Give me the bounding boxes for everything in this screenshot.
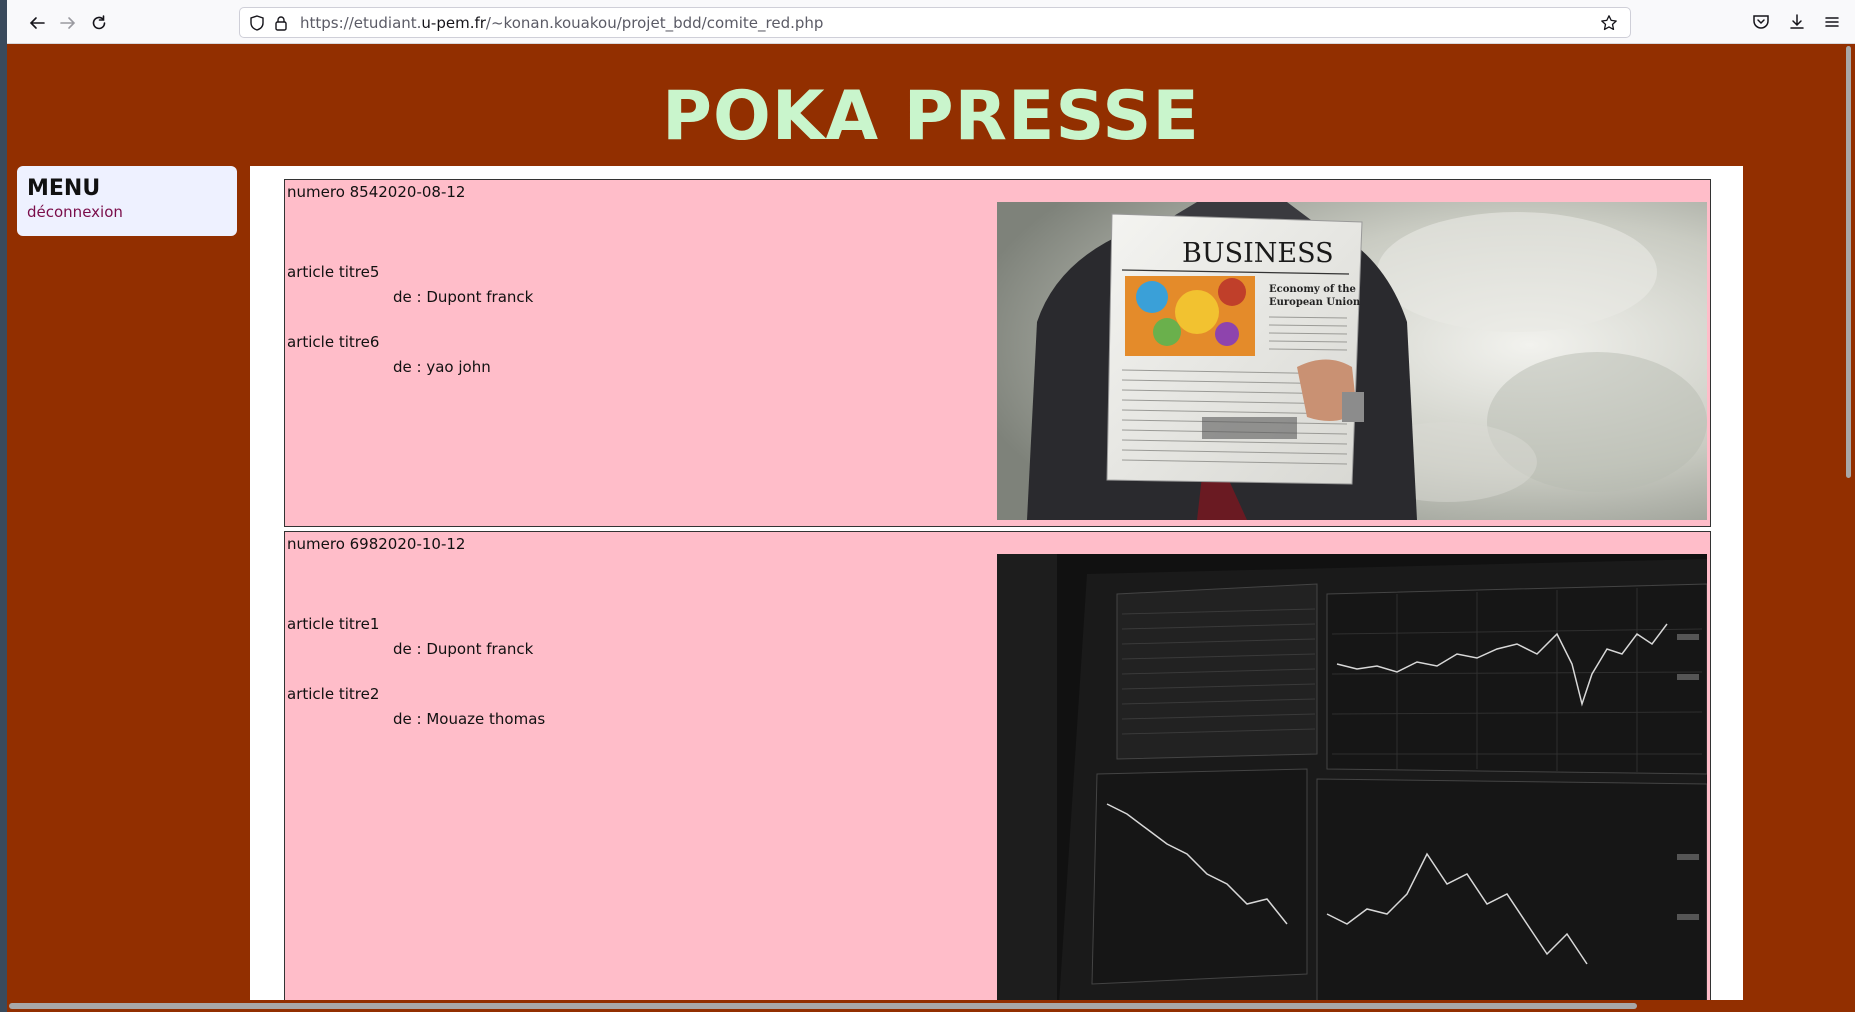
newspaper-subhead-1: Economy of the [1269,284,1356,295]
pocket-icon[interactable] [1751,12,1771,32]
article-author: de : Dupont franck [393,288,534,306]
reload-icon [92,15,106,30]
web-page: POKA PRESSE MENU déconnexion numero 8542… [7,44,1855,1002]
issue-card: numero 6982020-10-12 article titre1 de :… [284,531,1711,1002]
lock-icon[interactable] [272,14,290,32]
stock-chart-photo [997,554,1707,1002]
url-domain: u-pem.fr [421,14,486,32]
address-bar[interactable]: https://etudiant.u-pem.fr/~konan.kouakou… [239,7,1631,38]
issue-card: numero 8542020-08-12 article titre5 de :… [284,179,1711,527]
shield-icon[interactable] [248,14,266,32]
businessman-reading-newspaper-image: BUSINESS Economy of the European Union [997,202,1707,520]
bookmark-star-icon[interactable] [1600,14,1618,32]
back-button[interactable] [23,9,51,37]
arrow-left-icon [29,17,45,29]
arrow-right-icon [60,17,76,29]
horizontal-scroll-thumb[interactable] [9,1003,1637,1009]
article-author: de : yao john [393,358,491,376]
article-author: de : Mouaze thomas [393,710,546,728]
hamburger-menu-icon[interactable] [1822,12,1842,32]
reload-button[interactable] [85,9,113,37]
article-title[interactable]: article titre2 [287,685,379,703]
download-icon[interactable] [1787,12,1807,32]
article-author: de : Dupont franck [393,640,534,658]
menu-box: MENU déconnexion [17,166,237,236]
article-title[interactable]: article titre1 [287,615,379,633]
article-title[interactable]: article titre5 [287,263,379,281]
main-content: numero 8542020-08-12 article titre5 de :… [250,166,1743,1002]
forward-button[interactable] [54,9,82,37]
site-title: POKA PRESSE [662,77,1200,156]
newspaper-photo: BUSINESS Economy of the European Union [997,202,1707,520]
browser-window: https://etudiant.u-pem.fr/~konan.kouakou… [7,0,1855,1012]
horizontal-scrollbar[interactable] [7,1000,1855,1012]
menu-title: MENU [27,176,101,201]
vertical-scroll-thumb[interactable] [1846,46,1851,478]
issue-number: numero 6982020-10-12 [287,535,466,553]
newspaper-subhead-2: European Union [1269,297,1361,308]
article-title[interactable]: article titre6 [287,333,379,351]
logout-link[interactable]: déconnexion [27,203,227,221]
url-text[interactable]: https://etudiant.u-pem.fr/~konan.kouakou… [300,14,823,32]
url-prefix: https://etudiant. [300,14,422,32]
stock-market-screen-image [997,554,1707,1002]
newspaper-headline: BUSINESS [1182,238,1334,269]
vertical-scrollbar[interactable] [1843,44,1855,1002]
issue-number: numero 8542020-08-12 [287,183,466,201]
browser-toolbar: https://etudiant.u-pem.fr/~konan.kouakou… [7,0,1855,44]
url-path: /~konan.kouakou/projet_bdd/comite_red.ph… [485,14,824,32]
